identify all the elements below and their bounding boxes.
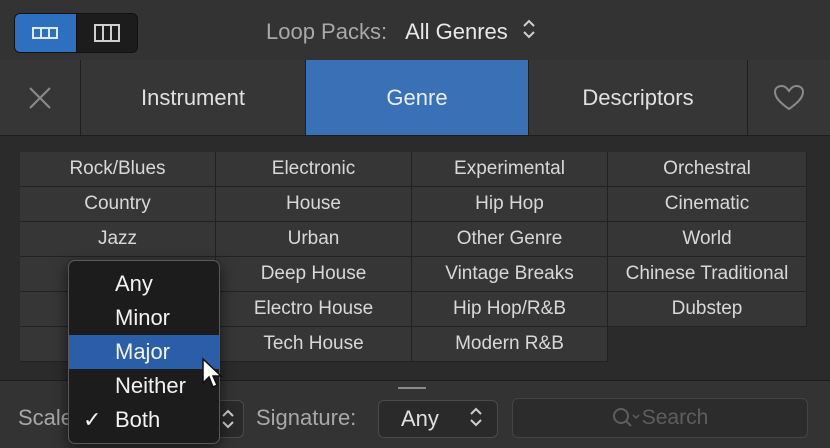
tab-instrument[interactable]: Instrument	[81, 60, 306, 135]
menu-item-both[interactable]: ✓ Both	[69, 403, 219, 437]
keyword-button[interactable]: Jazz	[20, 222, 216, 257]
browser-tabs: Instrument Genre Descriptors	[0, 60, 830, 136]
keyword-button[interactable]: Urban	[216, 222, 412, 257]
keyword-button[interactable]: World	[608, 222, 807, 257]
menu-item-label: Any	[115, 271, 153, 296]
search-icon	[612, 408, 640, 427]
menu-item-minor[interactable]: Minor	[69, 301, 219, 335]
keyword-button[interactable]: Tech House	[216, 327, 412, 362]
close-icon	[29, 86, 51, 109]
column-view-icon	[93, 24, 120, 42]
keyword-button[interactable]: Deep House	[216, 257, 412, 292]
up-down-chevron-icon	[469, 406, 483, 433]
tab-descriptors[interactable]: Descriptors	[529, 60, 748, 135]
resize-handle[interactable]	[398, 387, 426, 389]
keyword-button[interactable]: Orchestral	[608, 152, 807, 187]
keyword-button[interactable]: Hip Hop	[412, 187, 608, 222]
view-toggle	[14, 13, 138, 53]
scale-menu: Any Minor Major Neither ✓ Both	[68, 260, 220, 444]
top-toolbar: Loop Packs: All Genres	[0, 0, 830, 61]
keyword-button[interactable]: Chinese Traditional	[608, 257, 807, 292]
signature-value: Any	[401, 406, 439, 431]
keyword-button[interactable]: Vintage Breaks	[412, 257, 608, 292]
signature-popup-button[interactable]: Any	[378, 400, 498, 438]
menu-item-neither[interactable]: Neither	[69, 369, 219, 403]
menu-item-label: Both	[115, 407, 161, 432]
keyword-button[interactable]: Electronic	[216, 152, 412, 187]
button-view-icon	[32, 27, 59, 39]
reset-button[interactable]	[0, 60, 81, 135]
loop-packs-label: Loop Packs:	[266, 19, 388, 44]
menu-item-label: Minor	[115, 305, 171, 330]
keyword-button[interactable]: Dubstep	[608, 292, 807, 327]
mouse-pointer-icon	[202, 357, 223, 389]
search-field[interactable]: Search	[512, 398, 808, 438]
favorites-button[interactable]	[748, 60, 830, 135]
menu-item-label: Neither	[115, 373, 186, 398]
checkmark-icon: ✓	[83, 407, 102, 432]
keyword-button[interactable]: Rock/Blues	[20, 152, 216, 187]
loop-packs-selector[interactable]: Loop Packs: All Genres	[266, 18, 536, 46]
search-placeholder: Search	[641, 406, 709, 429]
button-view-button[interactable]	[15, 14, 76, 52]
keyword-button[interactable]: Hip Hop/R&B	[412, 292, 608, 327]
keyword-button[interactable]: Cinematic	[608, 187, 807, 222]
scale-label: Scale	[18, 405, 74, 430]
menu-item-label: Major	[115, 339, 171, 364]
keyword-button[interactable]: Country	[20, 187, 216, 222]
column-view-button[interactable]	[75, 14, 138, 52]
heart-icon	[773, 84, 805, 110]
menu-item-any[interactable]: Any	[69, 267, 219, 301]
keyword-button[interactable]: House	[216, 187, 412, 222]
up-down-chevron-icon	[222, 409, 234, 429]
keyword-button[interactable]: Experimental	[412, 152, 608, 187]
up-down-chevron-icon	[522, 18, 536, 46]
tab-genre[interactable]: Genre	[306, 60, 529, 135]
loop-packs-value: All Genres	[405, 19, 508, 44]
keyword-button[interactable]: Modern R&B	[412, 327, 608, 362]
signature-label: Signature:	[256, 405, 357, 430]
keyword-button[interactable]: Other Genre	[412, 222, 608, 257]
keyword-button[interactable]: Electro House	[216, 292, 412, 327]
menu-item-major[interactable]: Major	[69, 335, 219, 369]
